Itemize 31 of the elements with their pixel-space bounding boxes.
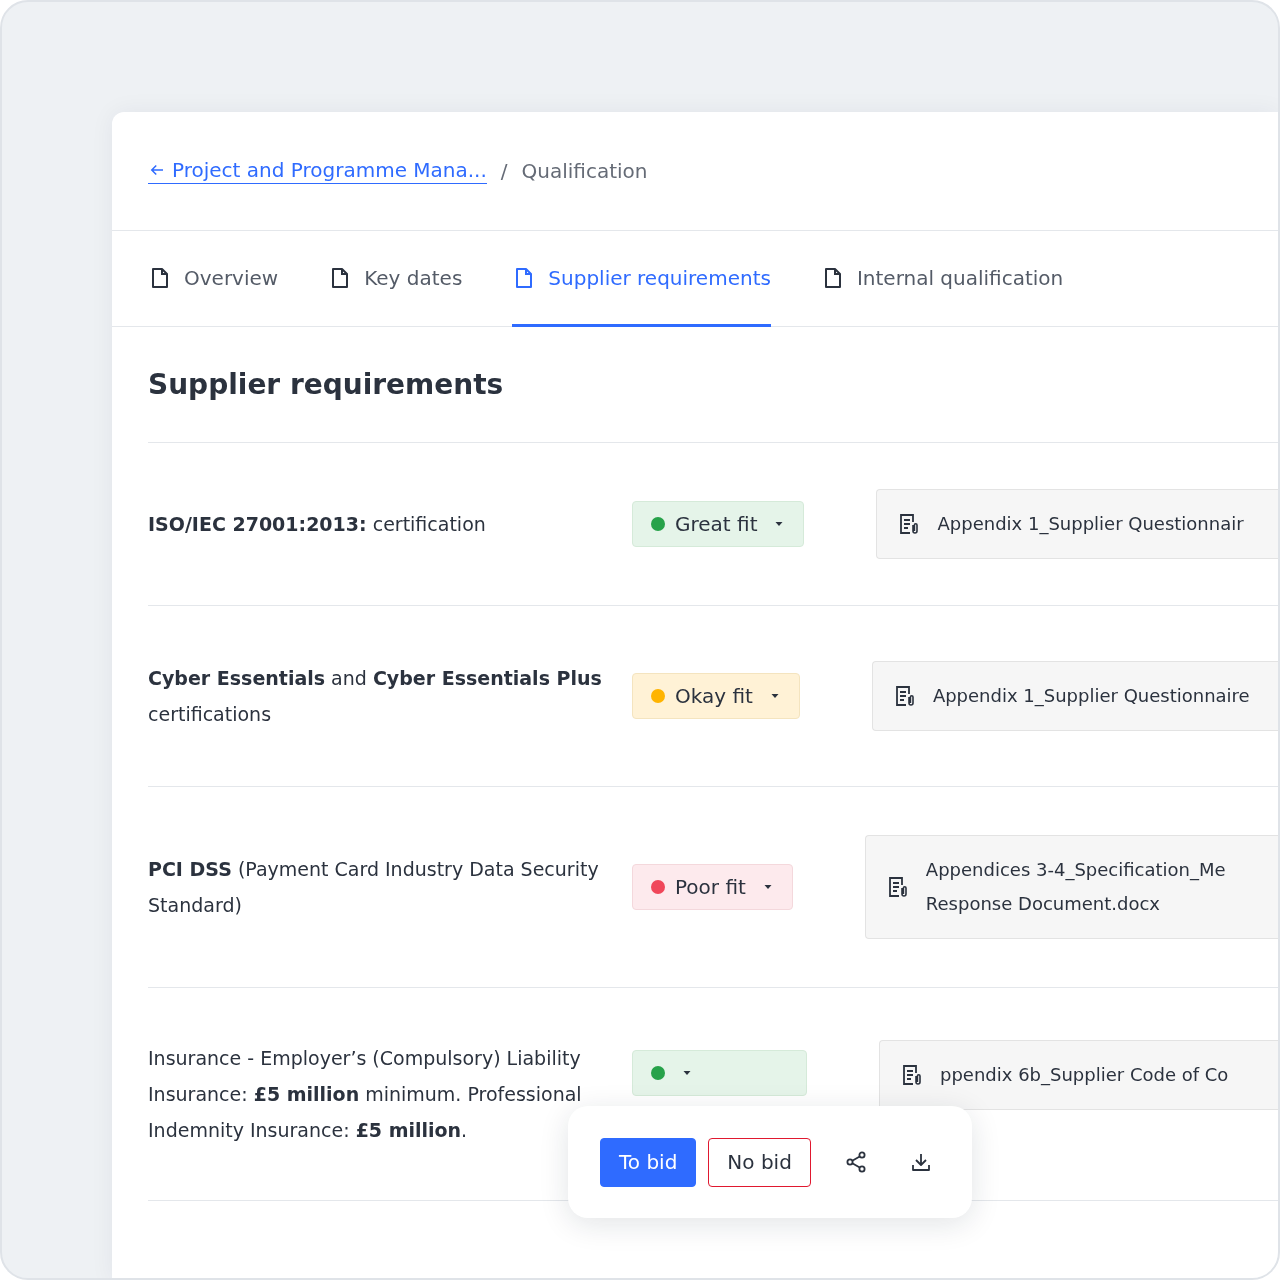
requirement-text: ISO/IEC 27001:2013: certification	[148, 512, 487, 537]
back-link[interactable]: Project and Programme Mana...	[148, 158, 487, 184]
tab[interactable]: Supplier requirements	[512, 231, 771, 327]
status-dot	[651, 1066, 665, 1080]
section-heading: Supplier requirements	[148, 327, 1278, 443]
to-bid-button[interactable]: To bid	[600, 1137, 697, 1187]
fit-dropdown[interactable]: Okay fit	[632, 673, 800, 719]
file-attachment[interactable]: Appendix 1_Supplier Questionnaire	[871, 661, 1278, 731]
file-name: ppendix 6b_Supplier Code of Co	[940, 1063, 1229, 1088]
document-clip-icon	[900, 1063, 924, 1087]
requirement-text: Cyber Essentials and Cyber Essentials Plus certifications	[148, 666, 603, 727]
file-attachment[interactable]: ppendix 6b_Supplier Code of Co	[879, 1040, 1278, 1110]
requirement-text: Insurance - Employer’s (Compulsory) Liability Insurance: £5 million minimum. Professional Indemnity Insurance: £5 million.	[148, 1046, 583, 1143]
file-attachment[interactable]: Appendices 3-4_Specification_Me Response Document.docx	[864, 835, 1278, 939]
tab[interactable]: Internal qualification	[820, 231, 1064, 327]
breadcrumb-current: Qualification	[521, 159, 648, 183]
status-dot	[651, 880, 665, 894]
file-name: Appendix 1_Supplier Questionnaire	[932, 684, 1250, 709]
breadcrumb-separator: /	[500, 159, 508, 183]
status-dot	[651, 517, 665, 531]
file-name: Appendix 1_Supplier Questionnair	[937, 512, 1244, 537]
file-name: Appendices 3-4_Specification_Me	[925, 858, 1226, 883]
fit-dropdown[interactable]: Poor fit	[632, 864, 793, 910]
status-dot	[651, 689, 665, 703]
file-attachment[interactable]: Appendix 1_Supplier Questionnair	[876, 489, 1278, 559]
no-bid-button[interactable]: No bid	[708, 1137, 811, 1187]
file-name: Response Document.docx	[925, 892, 1161, 916]
requirement-text: PCI DSS (Payment Card Industry Data Security Standard)	[148, 857, 600, 918]
tab[interactable]: Overview	[148, 231, 279, 327]
tab[interactable]: Key dates	[328, 231, 463, 327]
fit-dropdown[interactable]: Great fit	[632, 501, 805, 547]
